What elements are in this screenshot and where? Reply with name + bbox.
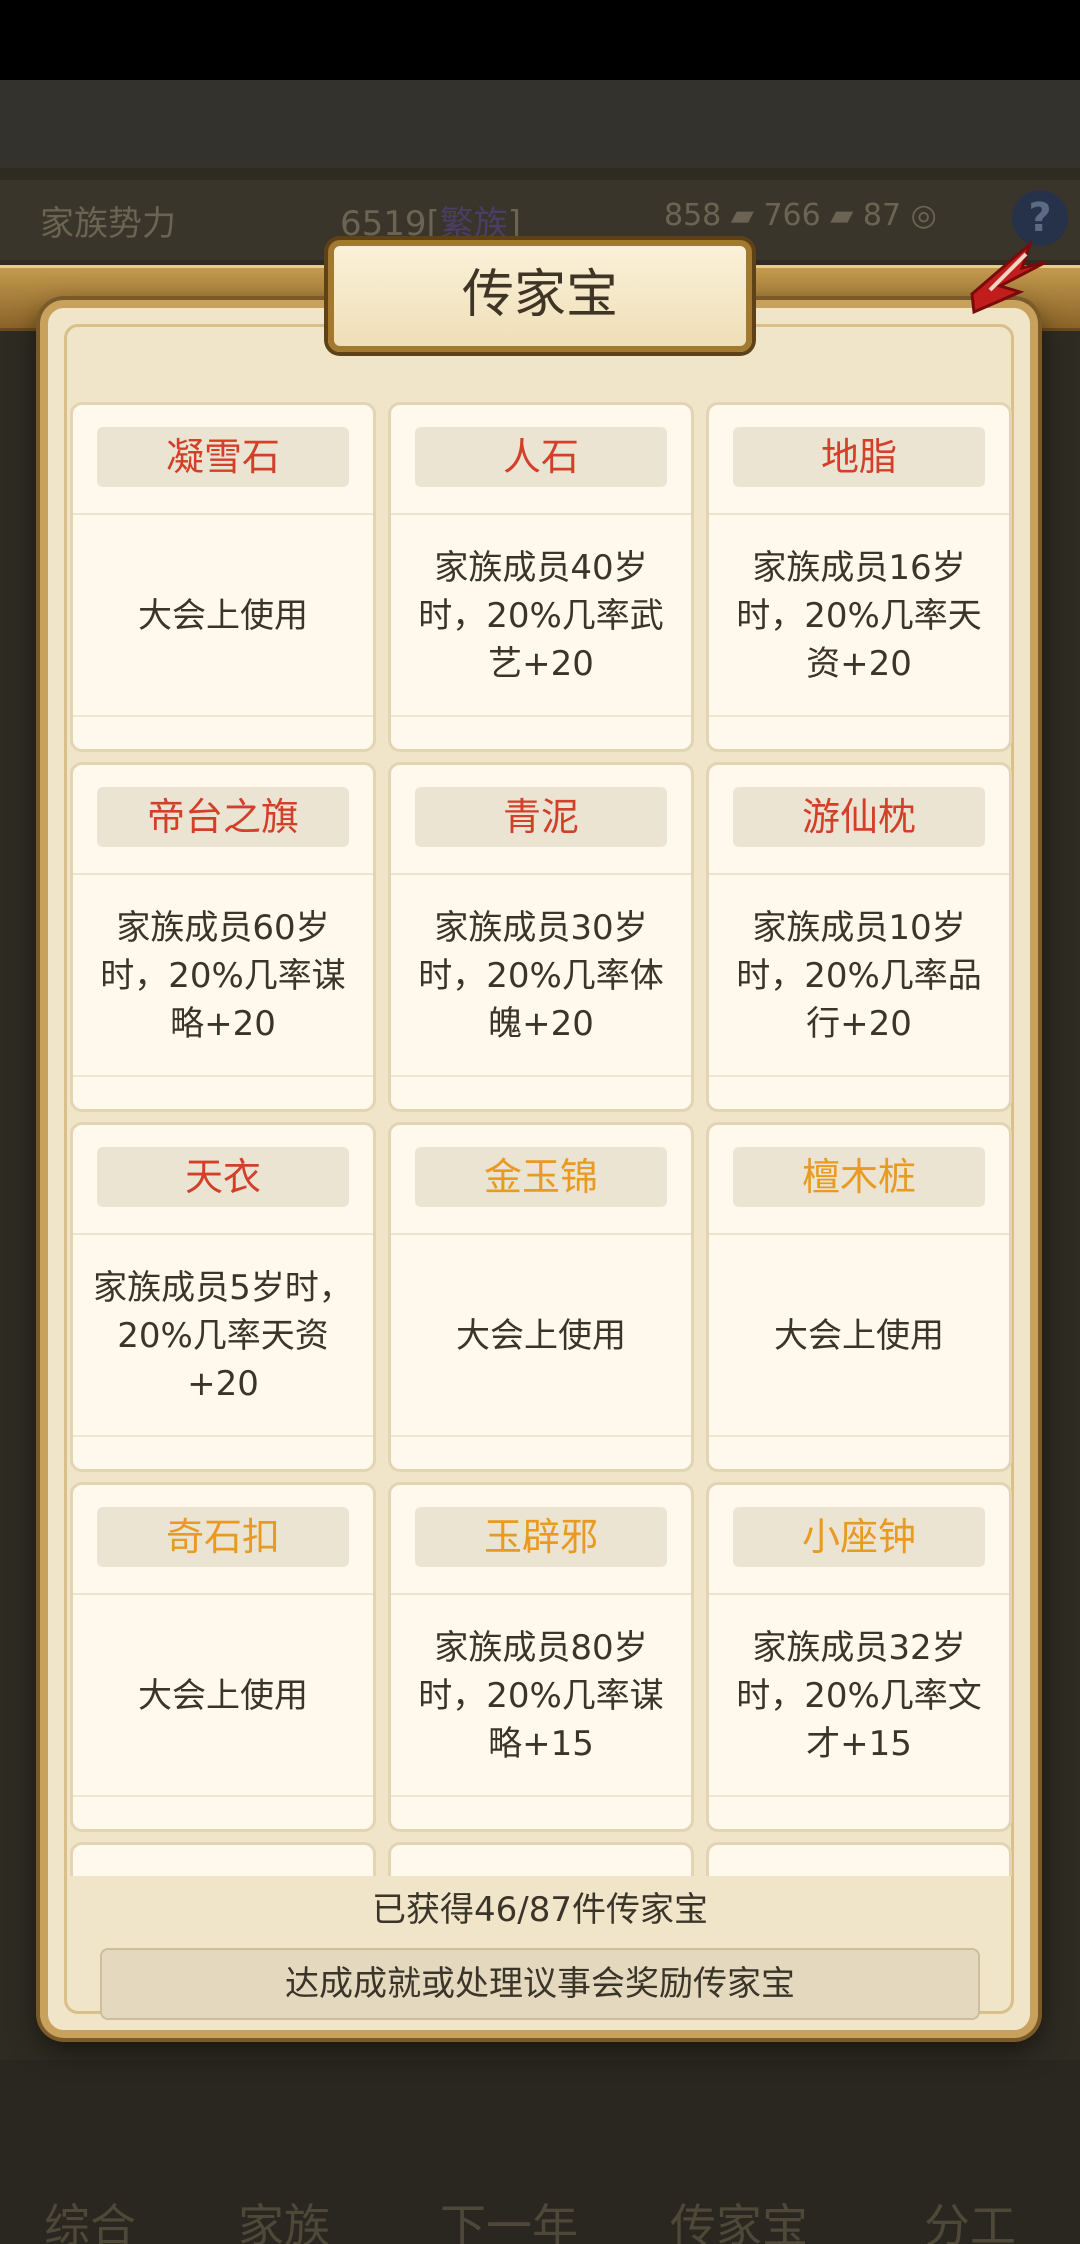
heirloom-desc: 家族成员10岁时，20%几率品行+20	[736, 908, 982, 1044]
coin-count: 87	[862, 198, 902, 233]
gold-ingot-icon: ▰	[730, 198, 754, 233]
heirloom-card[interactable]: 游仙枕 家族成员10岁时，20%几率品行+20	[706, 762, 1012, 1112]
heirloom-name: 帝台之旗	[97, 787, 349, 847]
heirloom-card[interactable]: 帝台之旗 家族成员60岁时，20%几率谋略+20	[70, 762, 376, 1112]
heirloom-card[interactable]: 小座钟 家族成员32岁时，20%几率文才+15	[706, 1482, 1012, 1832]
silver-count: 858	[664, 198, 722, 233]
heirloom-grid[interactable]: 凝雪石 大会上使用 人石 家族成员40岁时，20%几率武艺+20 地脂 家族成员…	[66, 398, 1016, 1876]
iron-count: 766	[763, 198, 821, 233]
heirloom-card[interactable]: 地脂 家族成员16岁时，20%几率天资+20	[706, 402, 1012, 752]
heirloom-name: 天衣	[97, 1147, 349, 1207]
heirloom-desc: 家族成员80岁时，20%几率谋略+15	[418, 1628, 664, 1764]
heirloom-card[interactable]: 金玉锦 大会上使用	[388, 1122, 694, 1472]
collected-count: 已获得46/87件传家宝	[372, 1890, 708, 1930]
heirloom-name: 小座钟	[733, 1507, 985, 1567]
heirloom-card[interactable]: 天衣 家族成员5岁时，20%几率天资+20	[70, 1122, 376, 1472]
heirloom-name: 凝雪石	[97, 427, 349, 487]
nav-family[interactable]: 家族	[238, 2190, 330, 2244]
heirloom-card-partial[interactable]	[706, 1842, 1012, 1876]
heirloom-card-partial[interactable]	[70, 1842, 376, 1876]
nav-next-year[interactable]: 下一年	[440, 2190, 578, 2244]
status-bar	[0, 0, 1080, 80]
reward-hint-button[interactable]: 达成成就或处理议事会奖励传家宝	[100, 1948, 980, 2020]
heirloom-card[interactable]: 青泥 家族成员30岁时，20%几率体魄+20	[388, 762, 694, 1112]
heirloom-desc: 大会上使用	[138, 596, 308, 636]
nav-heirloom[interactable]: 传家宝	[670, 2190, 808, 2244]
heirloom-desc: 家族成员16岁时，20%几率天资+20	[736, 548, 982, 684]
resources: 858 ▰ 766 ▰ 87 ◎	[664, 198, 937, 233]
coin-icon: ◎	[910, 198, 937, 233]
heirloom-name: 游仙枕	[733, 787, 985, 847]
heirloom-card[interactable]: 奇石扣 大会上使用	[70, 1482, 376, 1832]
heirloom-name: 玉辟邪	[415, 1507, 667, 1567]
heirloom-desc: 家族成员60岁时，20%几率谋略+20	[100, 908, 346, 1044]
heirloom-name: 青泥	[415, 787, 667, 847]
heirloom-card[interactable]: 人石 家族成员40岁时，20%几率武艺+20	[388, 402, 694, 752]
heirloom-card[interactable]: 玉辟邪 家族成员80岁时，20%几率谋略+15	[388, 1482, 694, 1832]
heirloom-name: 奇石扣	[97, 1507, 349, 1567]
heirloom-desc: 大会上使用	[774, 1316, 944, 1356]
modal-title: 传家宝	[328, 240, 752, 352]
heirloom-desc: 大会上使用	[456, 1316, 626, 1356]
family-power-value: 6519[繁族]	[340, 204, 522, 244]
heirloom-desc: 家族成员40岁时，20%几率武艺+20	[418, 548, 664, 684]
nav-overview[interactable]: 综合	[44, 2190, 136, 2244]
heirloom-name: 人石	[415, 427, 667, 487]
heirloom-name: 金玉锦	[415, 1147, 667, 1207]
family-power-label: 家族势力	[40, 204, 176, 244]
close-button[interactable]	[960, 232, 1052, 324]
iron-ingot-icon: ▰	[830, 198, 854, 233]
heirloom-card[interactable]: 凝雪石 大会上使用	[70, 402, 376, 752]
close-icon	[970, 239, 1047, 315]
heirloom-desc: 家族成员5岁时，20%几率天资+20	[93, 1268, 353, 1404]
heirloom-card-partial[interactable]	[388, 1842, 694, 1876]
nav-assign[interactable]: 分工	[924, 2190, 1016, 2244]
heirloom-card[interactable]: 檀木桩 大会上使用	[706, 1122, 1012, 1472]
heirloom-desc: 家族成员30岁时，20%几率体魄+20	[418, 908, 664, 1044]
background-top-bar	[0, 80, 1080, 168]
heirloom-desc: 大会上使用	[138, 1676, 308, 1716]
heirloom-name: 地脂	[733, 427, 985, 487]
heirloom-name: 檀木桩	[733, 1147, 985, 1207]
heirloom-desc: 家族成员32岁时，20%几率文才+15	[736, 1628, 982, 1764]
